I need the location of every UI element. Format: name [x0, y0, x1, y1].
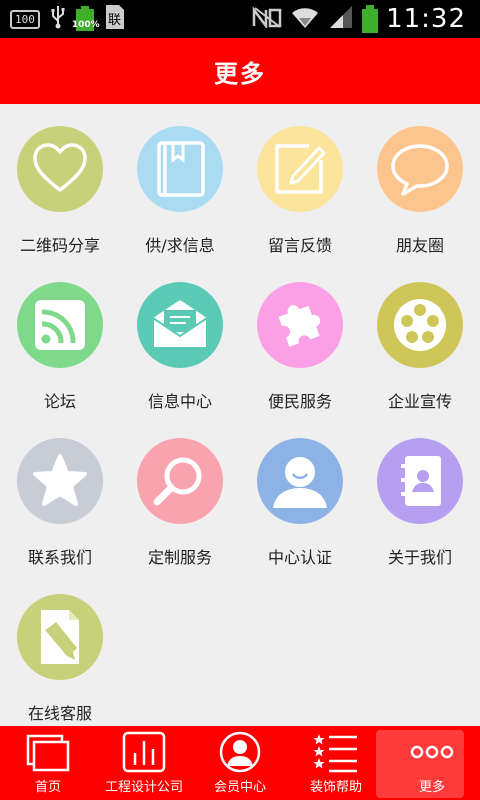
- grid-item-label: 在线客服: [27, 704, 92, 723]
- wifi-icon: [290, 4, 320, 34]
- puzzle-icon: [278, 305, 321, 347]
- grid-item-supply-demand[interactable]: 供/求信息: [120, 104, 240, 260]
- grid-item-label: 便民服务: [267, 392, 332, 411]
- grid-item-icon-circle: [137, 438, 223, 524]
- nav-label: 会员中心: [213, 780, 266, 795]
- nav-label: 首页: [34, 780, 61, 795]
- grid-item-qr-share[interactable]: 二维码分享: [0, 104, 120, 260]
- grid-item-label: 联系我们: [27, 548, 92, 567]
- feature-grid: 二维码分享 供/求信息 留言反馈 朋友圈 论坛 信息中心 便民服务 企业宣传 联…: [0, 104, 480, 726]
- grid-item-icon-circle: [17, 282, 103, 368]
- grid-item-icon-circle: [17, 594, 103, 680]
- signal-icon: [328, 4, 354, 34]
- grid-item-icon-circle: [257, 438, 343, 524]
- grid-item-label: 二维码分享: [19, 236, 100, 255]
- no-sim-icon: [252, 6, 282, 32]
- grid-item-about-us[interactable]: 关于我们: [360, 416, 480, 572]
- nav-label: 更多: [418, 780, 445, 795]
- grid-item-label: 留言反馈: [267, 236, 332, 255]
- grid-item-icon-circle: [137, 282, 223, 368]
- grid-item-feedback[interactable]: 留言反馈: [240, 104, 360, 260]
- notification-badge: 100: [10, 9, 40, 29]
- rss-icon: [35, 300, 85, 350]
- page-header: 更多: [0, 38, 480, 104]
- battery-full-icon: 100%: [72, 6, 100, 32]
- battery-icon: [362, 5, 379, 33]
- grid-item-label: 论坛: [43, 392, 76, 411]
- bottom-nav: 首页 工程设计公司 会员中心 装饰帮助 更多: [0, 726, 480, 800]
- svg-text:联: 联: [108, 13, 121, 28]
- grid-item-custom-service[interactable]: 定制服务: [120, 416, 240, 572]
- status-left: 100 100% 联: [10, 4, 126, 34]
- grid-item-label: 中心认证: [267, 548, 332, 567]
- nav-label: 工程设计公司: [104, 780, 183, 795]
- grid-item-icon-circle: [137, 126, 223, 212]
- nav-label: 装饰帮助: [309, 780, 362, 795]
- speech-bubble-icon: [391, 144, 449, 196]
- status-bar: 100 100% 联 11:32: [0, 0, 480, 38]
- grid-item-label: 企业宣传: [387, 392, 452, 411]
- status-right: 11:32: [252, 2, 466, 36]
- grid-item-icon-circle: [377, 126, 463, 212]
- nav-item-member-center[interactable]: 会员中心: [192, 726, 288, 800]
- heart-icon: [33, 143, 87, 192]
- grid-item-label: 关于我们: [387, 548, 452, 567]
- more-dots-icon: [408, 730, 456, 774]
- grid-item-contact-us[interactable]: 联系我们: [0, 416, 120, 572]
- chart-bars-icon: [120, 730, 168, 774]
- user-icon: [273, 457, 327, 508]
- battery-percent: 100%: [71, 20, 100, 30]
- grid-item-icon-circle: [257, 282, 343, 368]
- nav-item-home[interactable]: 首页: [0, 726, 96, 800]
- grid-item-label: 供/求信息: [145, 236, 215, 255]
- grid-item-message-center[interactable]: 信息中心: [120, 260, 240, 416]
- grid-item-icon-circle: [377, 438, 463, 524]
- clock: 11:32: [386, 4, 466, 34]
- star-list-icon: [312, 730, 360, 774]
- book-icon: [157, 141, 205, 197]
- page-title: 更多: [214, 59, 266, 88]
- grid-item-icon-circle: [257, 126, 343, 212]
- film-reel-icon: [394, 299, 446, 351]
- document-edit-icon: [41, 610, 79, 664]
- grid-item-icon-circle: [377, 282, 463, 368]
- nav-item-decor-help[interactable]: 装饰帮助: [288, 726, 384, 800]
- grid-item-label: 朋友圈: [395, 236, 444, 255]
- nav-item-more[interactable]: 更多: [376, 726, 480, 800]
- sim-card-icon: 联: [104, 4, 126, 34]
- contact-book-icon: [401, 456, 441, 506]
- star-icon: [33, 454, 87, 506]
- grid-item-certification[interactable]: 中心认证: [240, 416, 360, 572]
- home-pages-icon: [24, 730, 72, 774]
- usb-icon: [50, 5, 66, 33]
- grid-item-moments[interactable]: 朋友圈: [360, 104, 480, 260]
- grid-item-icon-circle: [17, 438, 103, 524]
- envelope-icon: [152, 300, 208, 349]
- grid-item-convenience[interactable]: 便民服务: [240, 260, 360, 416]
- grid-item-label: 定制服务: [147, 548, 212, 567]
- grid-item-icon-circle: [17, 126, 103, 212]
- nav-item-design-company[interactable]: 工程设计公司: [96, 726, 192, 800]
- grid-item-company-promo[interactable]: 企业宣传: [360, 260, 480, 416]
- grid-item-online-support[interactable]: 在线客服: [0, 572, 120, 728]
- grid-item-label: 信息中心: [147, 392, 212, 411]
- note-pencil-icon: [275, 144, 326, 194]
- grid-item-forum[interactable]: 论坛: [0, 260, 120, 416]
- member-avatar-icon: [216, 730, 264, 774]
- magnifier-icon: [153, 457, 202, 506]
